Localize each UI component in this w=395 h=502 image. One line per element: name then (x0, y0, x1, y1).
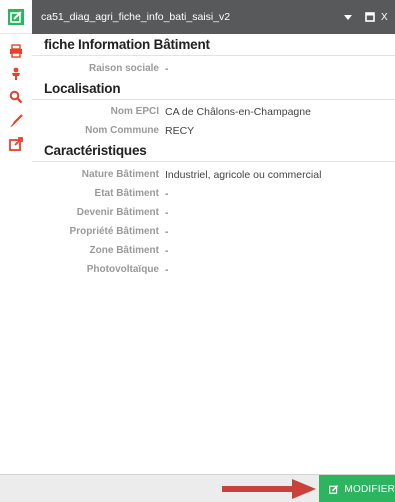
field-value: - (165, 62, 169, 75)
field-label: Nom Commune (85, 125, 159, 136)
field-row: Zone Bâtiment - (32, 241, 395, 260)
field-value: CA de Châlons-en-Champagne (165, 105, 311, 118)
close-icon: X (381, 11, 388, 23)
external-link-icon (9, 137, 23, 151)
modify-button-label: MODIFIER (344, 483, 395, 495)
edit-icon (8, 8, 24, 25)
paintbrush-icon (10, 114, 23, 127)
search-icon (9, 90, 23, 104)
search-button[interactable] (0, 86, 32, 108)
left-toolbar (0, 0, 32, 502)
field-value: - (165, 187, 169, 200)
field-row: Photovoltaïque - (32, 260, 395, 279)
feature-info-panel: fiche Information Bâtiment Raison social… (32, 34, 395, 474)
field-label: Photovoltaïque (86, 264, 159, 275)
field-row: Nom EPCI CA de Châlons-en-Champagne (32, 102, 395, 121)
edit-icon (329, 484, 339, 494)
maximize-button[interactable] (359, 0, 381, 34)
modify-button[interactable]: MODIFIER (319, 475, 395, 502)
person-button[interactable] (0, 63, 32, 85)
field-value: RECY (165, 124, 195, 137)
field-value: - (165, 244, 169, 257)
field-value: - (165, 206, 169, 219)
field-value: - (165, 263, 169, 276)
collapse-button[interactable] (337, 0, 359, 34)
field-row: Devenir Bâtiment - (32, 203, 395, 222)
window-header: ca51_diag_agri_fiche_info_bati_saisi_v2 … (32, 0, 395, 34)
person-icon (12, 67, 20, 80)
field-row: Etat Bâtiment - (32, 184, 395, 203)
section-caracteristiques-rows: Nature Bâtiment Industriel, agricole ou … (32, 162, 395, 279)
printer-icon (10, 44, 22, 58)
field-label: Devenir Bâtiment (76, 207, 159, 218)
field-label: Etat Bâtiment (94, 188, 159, 199)
arrow-right-icon (222, 479, 316, 499)
section-fiche-rows: Raison sociale - (32, 56, 395, 78)
field-row: Nom Commune RECY (32, 121, 395, 140)
field-label: Nature Bâtiment (81, 169, 159, 180)
field-value: Industriel, agricole ou commercial (165, 168, 322, 181)
edit-mode-button[interactable] (0, 0, 32, 34)
section-title-localisation: Localisation (32, 78, 395, 100)
open-external-button[interactable] (0, 133, 32, 155)
field-row: Raison sociale - (32, 59, 395, 78)
field-value: - (165, 225, 169, 238)
caret-down-icon (344, 15, 352, 20)
field-label: Nom EPCI (110, 106, 159, 117)
draw-button[interactable] (0, 110, 32, 132)
field-label: Raison sociale (88, 63, 159, 74)
section-title-fiche: fiche Information Bâtiment (32, 34, 395, 56)
section-localisation-rows: Nom EPCI CA de Châlons-en-Champagne Nom … (32, 100, 395, 140)
window-title: ca51_diag_agri_fiche_info_bati_saisi_v2 (41, 11, 231, 23)
print-button[interactable] (0, 40, 32, 62)
window-icon (365, 12, 375, 22)
close-button[interactable]: X (381, 0, 395, 34)
field-row: Propriété Bâtiment - (32, 222, 395, 241)
section-title-caracteristiques: Caractéristiques (32, 140, 395, 162)
field-label: Zone Bâtiment (89, 245, 159, 256)
field-row: Nature Bâtiment Industriel, agricole ou … (32, 165, 395, 184)
panel-footer: MODIFIER (0, 474, 395, 502)
field-label: Propriété Bâtiment (69, 226, 159, 237)
